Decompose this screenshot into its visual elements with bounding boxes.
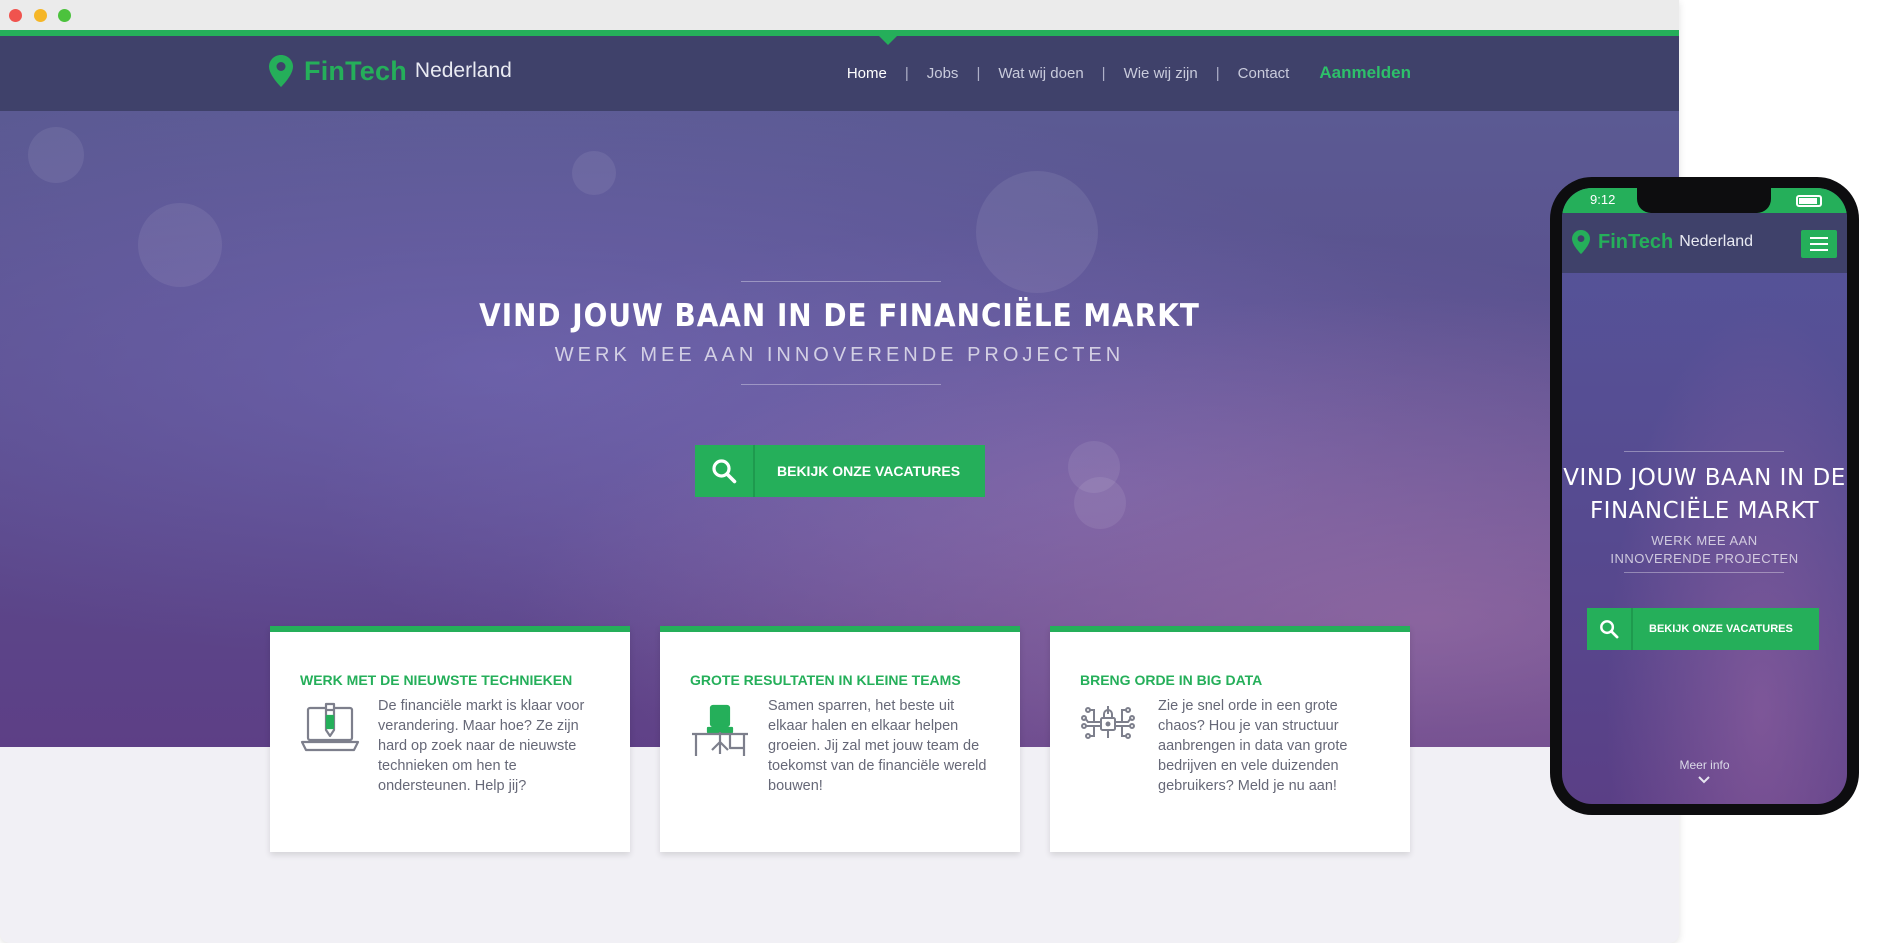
feature-card-body: De financiële markt is klaar voor verand… [300, 696, 600, 796]
mobile-status-bar: 9:12 [1562, 188, 1847, 213]
mobile-logo-brand-sub: Nederland [1679, 233, 1754, 250]
nav-separator: | [1215, 64, 1220, 82]
site-logo[interactable]: FinTech Nederland [268, 55, 512, 87]
close-window-button[interactable] [9, 9, 22, 22]
bokeh-decoration [28, 127, 84, 183]
mobile-view-vacancies-button[interactable]: BEKIJK ONZE VACATURES [1587, 608, 1819, 650]
maximize-window-button[interactable] [58, 9, 71, 22]
search-icon [695, 445, 755, 497]
bokeh-decoration [572, 151, 616, 195]
hamburger-menu-icon[interactable] [1801, 230, 1837, 258]
desktop-browser-window: FinTech Nederland Home | Jobs | Wat wij … [0, 0, 1679, 943]
mobile-hero-title-line2: FINANCIËLE MARKT [1589, 498, 1820, 524]
data-lock-icon [1080, 696, 1158, 796]
nav-link-wie-wij-zijn[interactable]: Wie wij zijn [1124, 65, 1198, 82]
mobile-phone-frame: 9:12 FinTech Nederland VIND JOUW BAAN IN… [1550, 177, 1859, 815]
logo-brand-main: FinTech [304, 55, 407, 86]
feature-card-text: De financiële markt is klaar voor verand… [378, 698, 585, 794]
chevron-down-icon[interactable] [1698, 776, 1710, 784]
view-vacancies-button[interactable]: BEKIJK ONZE VACATURES [695, 445, 985, 497]
hero-subtitle: WERK MEE AAN INNOVERENDE PROJECTEN [554, 344, 1125, 366]
feature-card: WERK MET DE NIEUWSTE TECHNIEKEN De finan… [270, 626, 630, 852]
feature-card-text: Samen sparren, het beste uit elkaar hale… [768, 698, 987, 794]
nav-separator: | [976, 64, 981, 82]
mobile-site-header: FinTech Nederland [1562, 213, 1847, 273]
mobile-hero-divider-bottom [1624, 572, 1784, 573]
feature-card: BRENG ORDE IN BIG DATA Zie je snel orde … [1050, 626, 1410, 852]
nav-separator: | [904, 64, 909, 82]
mobile-hero-divider-top [1624, 451, 1784, 452]
feature-card: GROTE RESULTATEN IN KLEINE TEAMS Samen s… [660, 626, 1020, 852]
hero-divider-bottom [741, 384, 941, 385]
more-info-link[interactable]: Meer info [1562, 758, 1847, 772]
desk-chair-icon [690, 696, 768, 796]
nav-link-wat-wij-doen[interactable]: Wat wij doen [998, 65, 1083, 82]
feature-card-title: GROTE RESULTATEN IN KLEINE TEAMS [690, 672, 961, 688]
mobile-screen: 9:12 FinTech Nederland VIND JOUW BAAN IN… [1562, 188, 1847, 804]
hero-title: VIND JOUW BAAN IN DE FINANCIËLE MARKT [479, 298, 1200, 334]
main-navigation: Home | Jobs | Wat wij doen | Wie wij zij… [847, 63, 1411, 83]
site-header: FinTech Nederland Home | Jobs | Wat wij … [0, 30, 1679, 111]
feature-card-body: Zie je snel orde in een grote chaos? Hou… [1080, 696, 1380, 796]
mobile-site-logo[interactable]: FinTech Nederland [1572, 230, 1753, 254]
signup-link[interactable]: Aanmelden [1319, 63, 1411, 83]
hero-divider-top [741, 281, 941, 282]
bokeh-decoration [138, 203, 222, 287]
nav-link-contact[interactable]: Contact [1238, 65, 1290, 82]
map-pin-icon [1572, 230, 1590, 254]
view-vacancies-label: BEKIJK ONZE VACATURES [777, 463, 961, 479]
bokeh-decoration [1074, 477, 1126, 529]
browser-chrome [0, 0, 1679, 30]
map-pin-icon [269, 55, 293, 87]
status-time: 9:12 [1590, 192, 1616, 207]
phone-notch [1637, 188, 1771, 213]
feature-card-title: BRENG ORDE IN BIG DATA [1080, 672, 1263, 688]
search-icon [1587, 608, 1633, 650]
mobile-hero-title-line1: VIND JOUW BAAN IN DE [1563, 465, 1846, 491]
mobile-view-vacancies-label: BEKIJK ONZE VACATURES [1649, 623, 1793, 635]
laptop-pen-icon [300, 696, 378, 796]
feature-card-text: Zie je snel orde in een grote chaos? Hou… [1158, 698, 1348, 794]
feature-card-title: WERK MET DE NIEUWSTE TECHNIEKEN [300, 672, 573, 688]
feature-cards: WERK MET DE NIEUWSTE TECHNIEKEN De finan… [270, 626, 1410, 852]
minimize-window-button[interactable] [34, 9, 47, 22]
mobile-hero-title: VIND JOUW BAAN IN DE FINANCIËLE MARKT [1562, 462, 1847, 528]
nav-separator: | [1101, 64, 1106, 82]
logo-brand-sub: Nederland [414, 59, 512, 82]
nav-link-home[interactable]: Home [847, 65, 887, 82]
feature-card-body: Samen sparren, het beste uit elkaar hale… [690, 696, 990, 796]
mobile-logo-brand-main: FinTech [1598, 230, 1674, 253]
nav-link-jobs[interactable]: Jobs [927, 65, 959, 82]
active-nav-indicator [879, 36, 897, 45]
battery-icon [1796, 195, 1822, 207]
mobile-hero-subtitle: WERK MEE AAN INNOVERENDE PROJECTEN [1610, 533, 1799, 566]
bokeh-decoration [976, 171, 1098, 293]
